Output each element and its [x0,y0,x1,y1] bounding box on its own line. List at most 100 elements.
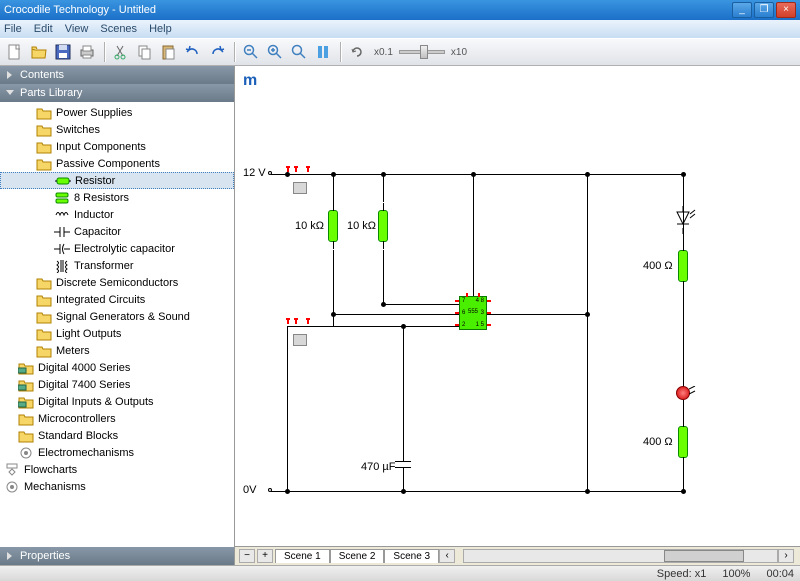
maximize-button[interactable]: ❐ [754,2,774,18]
scene-scroll-left[interactable]: ‹ [439,549,455,563]
tree-item[interactable]: Input Components [0,138,234,155]
print-button[interactable] [76,41,98,63]
menu-view[interactable]: View [65,23,89,35]
rotate-button[interactable] [346,41,368,63]
cap-icon [54,225,70,239]
tree-item[interactable]: Digital Inputs & Outputs [0,393,234,410]
inductor-icon [54,208,70,222]
tree-item-label: Passive Components [56,158,160,170]
tree-item[interactable]: Inductor [0,206,234,223]
pause-button[interactable] [312,41,334,63]
wire [383,250,384,304]
redo-button[interactable] [206,41,228,63]
resistor-r3[interactable] [678,250,688,282]
speed-slider[interactable] [399,50,445,54]
resistor-r1[interactable] [328,210,338,242]
node [585,312,590,317]
zoom-tool-button[interactable] [288,41,310,63]
tree-item[interactable]: Mechanisms [0,478,234,495]
zoom-in-scene[interactable]: + [257,549,273,563]
menu-help[interactable]: Help [149,23,172,35]
node [285,172,290,177]
tree-item-label: Integrated Circuits [56,294,145,306]
folder-g-icon [18,361,34,375]
toolbar-separator [104,42,106,62]
wire [333,314,459,315]
tree-item[interactable]: Power Supplies [0,104,234,121]
save-button[interactable] [52,41,74,63]
led-on[interactable] [676,386,690,400]
tree-item[interactable]: Electrolytic capacitor [0,240,234,257]
zoom-tool-icon [291,44,307,60]
close-button[interactable]: × [776,2,796,18]
xfmr-icon [54,259,70,273]
tree-item[interactable]: Signal Generators & Sound [0,308,234,325]
switch-1[interactable] [293,182,307,194]
panel-parts-header[interactable]: Parts Library [0,84,234,102]
zoom-in-button[interactable] [264,41,286,63]
ic-555[interactable]: 555 7 6 2 4 8 3 1 5 [459,296,487,330]
tree-item[interactable]: Resistor [0,172,234,189]
tree-item[interactable]: Electromechanisms [0,444,234,461]
ecap-icon [54,242,70,256]
tree-item[interactable]: 8 Resistors [0,189,234,206]
tree-item[interactable]: Passive Components [0,155,234,172]
tree-item-label: Electromechanisms [38,447,134,459]
zoom-out-button[interactable] [240,41,262,63]
tree-item-label: Transformer [74,260,134,272]
new-button[interactable] [4,41,26,63]
tree-item[interactable]: Digital 4000 Series [0,359,234,376]
circuit-canvas[interactable]: m 12 V 0V 10 kΩ [235,66,800,546]
tree-item[interactable]: Microcontrollers [0,410,234,427]
folder-icon [18,412,34,426]
copy-button[interactable] [134,41,156,63]
panel-contents-header[interactable]: Contents [0,66,234,84]
parts-tree[interactable]: Power SuppliesSwitchesInput Components Pa… [0,102,234,547]
redo-icon [209,44,225,60]
resistor-r2[interactable] [378,210,388,242]
speed-slider-thumb[interactable] [420,45,428,59]
tree-item[interactable]: Flowcharts [0,461,234,478]
panel-properties-header[interactable]: Properties [0,547,234,565]
tree-item[interactable]: Light Outputs [0,325,234,342]
scene-tab-2[interactable]: Scene 2 [330,549,385,563]
scene-hscroll[interactable] [463,549,778,563]
tree-item[interactable]: Discrete Semiconductors [0,274,234,291]
cut-button[interactable] [110,41,132,63]
rail-bot-label: 0V [243,484,256,496]
scene-tab-3[interactable]: Scene 3 [384,549,439,563]
tree-item[interactable]: Digital 7400 Series [0,376,234,393]
wire [587,174,588,491]
tree-item[interactable]: Meters [0,342,234,359]
zoom-out-scene[interactable]: − [239,549,255,563]
r4-label: 400 Ω [643,436,673,448]
tree-item[interactable]: Standard Blocks [0,427,234,444]
menu-file[interactable]: File [4,23,22,35]
resistor-r4[interactable] [678,426,688,458]
scene-hscroll-thumb[interactable] [664,550,744,562]
chevron-down-icon [4,87,16,99]
paste-icon [161,44,177,60]
undo-button[interactable] [182,41,204,63]
folder-icon [36,123,52,137]
minimize-button[interactable]: _ [732,2,752,18]
tree-item[interactable]: Integrated Circuits [0,291,234,308]
tree-item-label: Microcontrollers [38,413,116,425]
rotate-icon [349,44,365,60]
switch-2[interactable] [293,334,307,346]
scene-scroll-right[interactable]: › [778,549,794,563]
tree-item[interactable]: Capacitor [0,223,234,240]
scene-tab-1[interactable]: Scene 1 [275,549,330,563]
wire [333,174,334,202]
node [401,324,406,329]
tree-item[interactable]: Transformer [0,257,234,274]
open-button[interactable] [28,41,50,63]
tree-item[interactable]: Switches [0,121,234,138]
node [585,489,590,494]
menu-edit[interactable]: Edit [34,23,53,35]
paste-button[interactable] [158,41,180,63]
tree-item-label: Meters [56,345,90,357]
menu-scenes[interactable]: Scenes [100,23,137,35]
flow-icon [4,463,20,477]
led-off[interactable] [675,206,699,234]
